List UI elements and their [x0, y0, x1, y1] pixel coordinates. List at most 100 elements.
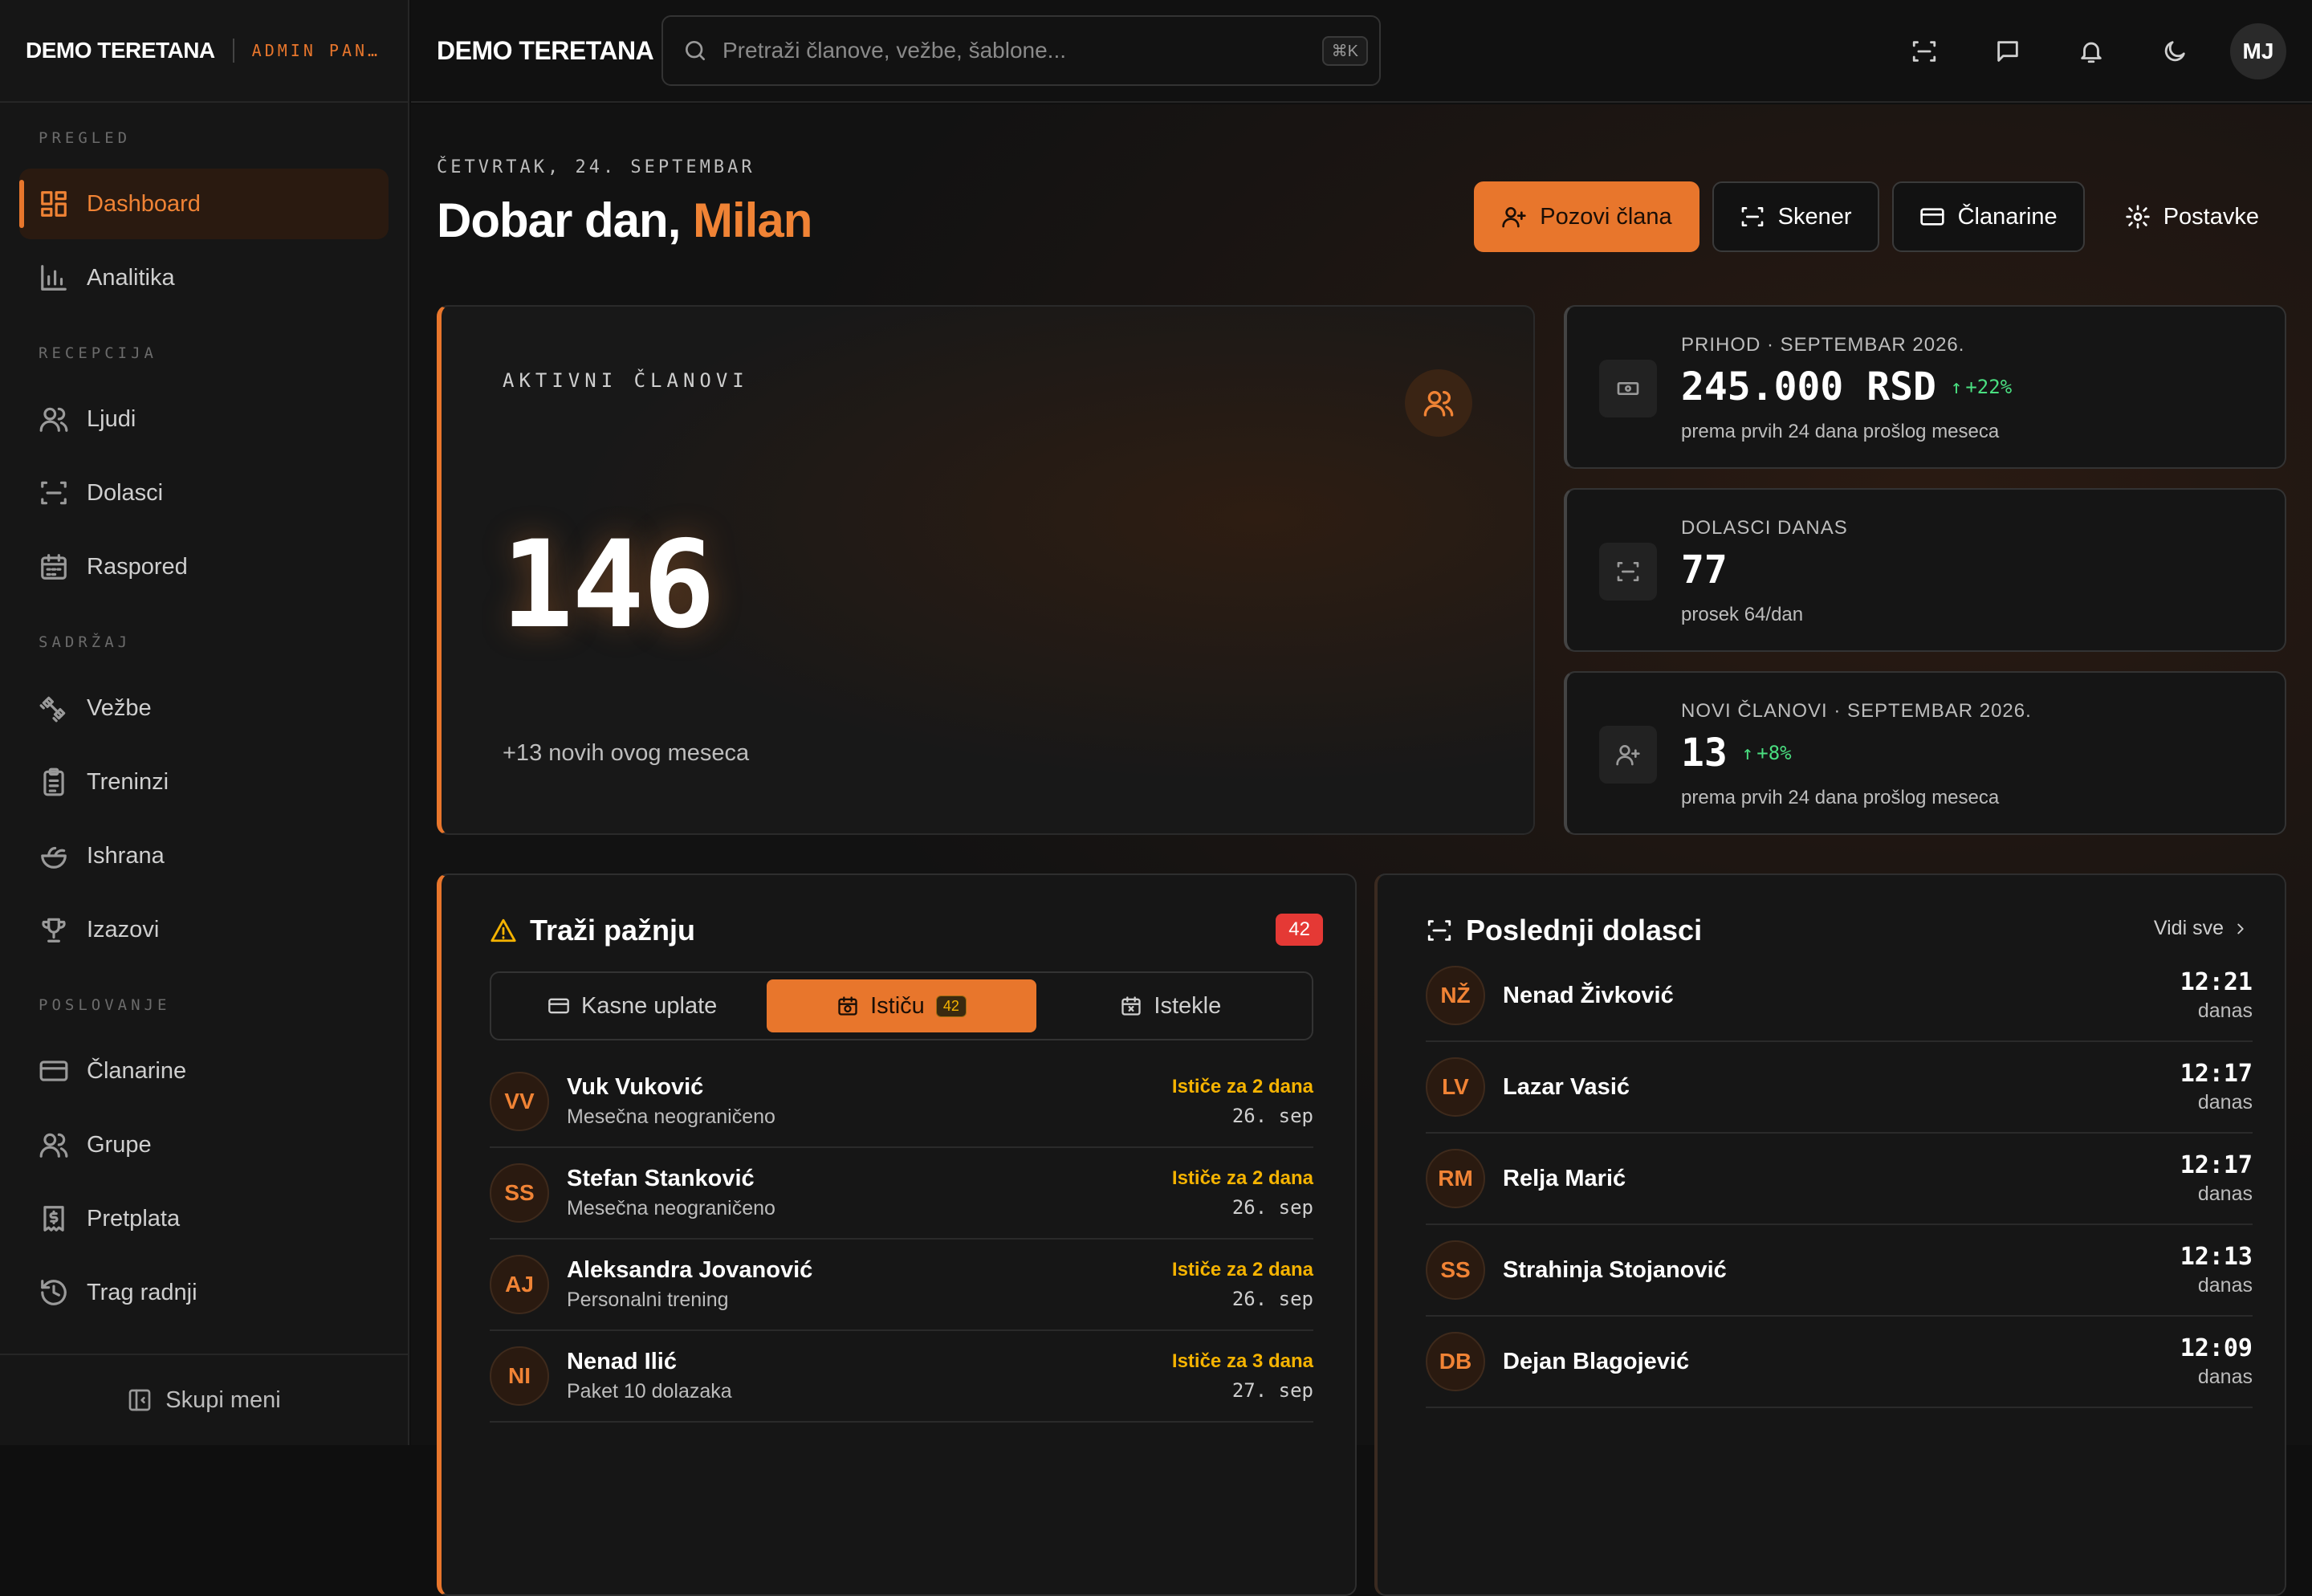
stat-value: 77: [1681, 548, 1728, 592]
sidebar-item-audit-log[interactable]: Trag radnji: [19, 1257, 389, 1328]
sidebar-item-exercises[interactable]: Vežbe: [19, 673, 389, 743]
current-date: ČETVRTAK, 24. SEPTEMBAR: [437, 157, 755, 177]
memberships-label: Članarine: [1958, 204, 2058, 230]
tab-expiring[interactable]: Ističu 42: [767, 979, 1036, 1032]
stat-sub: prema prvih 24 dana prošlog meseca: [1681, 787, 1999, 809]
arrival-time: 12:17: [2180, 1151, 2253, 1179]
clipboard-icon: [39, 767, 69, 797]
list-item[interactable]: NI Nenad IlićPaket 10 dolazaka Ističe za…: [490, 1331, 1313, 1423]
card-icon: [547, 995, 570, 1017]
settings-button[interactable]: Postavke: [2098, 181, 2286, 252]
avatar: NI: [490, 1346, 549, 1406]
sidebar-item-label: Izazovi: [87, 917, 159, 943]
arrival-day: danas: [2180, 1366, 2253, 1389]
tab-count-badge: 42: [936, 995, 967, 1017]
expiry-status: Ističe za 2 dana: [1172, 1076, 1313, 1098]
nav-section-title: POSLOVANJE: [0, 991, 408, 1020]
sidebar-item-nutrition[interactable]: Ishrana: [19, 820, 389, 891]
expiry-status: Ističe za 2 dana: [1172, 1259, 1313, 1281]
nav-section-title: SADRŽAJ: [0, 628, 408, 657]
sidebar-item-memberships[interactable]: Članarine: [19, 1036, 389, 1106]
sidebar-item-schedule[interactable]: Raspored: [19, 531, 389, 602]
nav-section-title: PREGLED: [0, 124, 408, 153]
expiry-date: 27. sep: [1172, 1379, 1313, 1402]
sidebar-item-challenges[interactable]: Izazovi: [19, 894, 389, 965]
list-item[interactable]: AJ Aleksandra JovanovićPersonalni trenin…: [490, 1240, 1313, 1331]
list-item[interactable]: VV Vuk VukovićMesečna neograničeno Istič…: [490, 1057, 1313, 1148]
messages-button[interactable]: [1980, 16, 2036, 87]
sidebar-item-dashboard[interactable]: Dashboard: [19, 169, 389, 239]
collapse-menu-label: Skupi meni: [165, 1387, 280, 1414]
sidebar-item-analytics[interactable]: Analitika: [19, 242, 389, 313]
sidebar-item-label: Pretplata: [87, 1206, 180, 1232]
avatar: LV: [1426, 1057, 1485, 1117]
sidebar-item-label: Dolasci: [87, 480, 163, 507]
list-item[interactable]: SS Stefan StankovićMesečna neograničeno …: [490, 1148, 1313, 1240]
scanner-label: Skener: [1778, 204, 1852, 230]
sidebar-item-subscription[interactable]: Pretplata: [19, 1183, 389, 1254]
see-all-link[interactable]: Vidi sve: [2154, 917, 2249, 940]
notifications-button[interactable]: [2063, 16, 2119, 87]
sidebar-item-label: Treninzi: [87, 769, 169, 796]
tab-expired[interactable]: Istekle: [1036, 979, 1305, 1032]
list-item[interactable]: LV Lazar Vasić 12:17danas: [1426, 1042, 2253, 1134]
sidebar-item-label: Analitika: [87, 265, 175, 291]
list-item[interactable]: RM Relja Marić 12:17danas: [1426, 1134, 2253, 1225]
stat-sub: prema prvih 24 dana prošlog meseca: [1681, 421, 1999, 443]
expiry-date: 26. sep: [1172, 1288, 1313, 1310]
list-item[interactable]: DB Dejan Blagojević 12:09danas: [1426, 1317, 2253, 1408]
theme-toggle-button[interactable]: [2147, 16, 2203, 87]
member-name: Stefan Stanković: [567, 1166, 1154, 1192]
member-name: Relja Marić: [1503, 1166, 2163, 1192]
search-input[interactable]: Pretraži članove, vežbe, šablone... ⌘K: [661, 15, 1381, 86]
stat-value-row: 13↑+8%: [1681, 731, 1792, 776]
stat-value-row: 77: [1681, 548, 1728, 592]
scan-button[interactable]: [1896, 16, 1952, 87]
stat-label: NOVI ČLANOVI · SEPTEMBAR 2026.: [1681, 700, 2032, 723]
expiry-date: 26. sep: [1172, 1105, 1313, 1127]
moon-icon: [2161, 38, 2188, 65]
avatar: NŽ: [1426, 966, 1485, 1025]
sidebar-item-label: Ljudi: [87, 406, 136, 433]
stat-delta: ↑+22%: [1951, 376, 2012, 398]
recent-arrivals-title: Poslednji dolasci: [1426, 914, 1702, 947]
brand-name: DEMO TERETANA: [26, 38, 215, 63]
sidebar-item-groups[interactable]: Grupe: [19, 1109, 389, 1180]
stat-card-arrivals: DOLASCI DANAS 77 prosek 64/dan: [1564, 488, 2286, 652]
stat-value: 245.000 RSD: [1681, 364, 1936, 409]
invite-member-button[interactable]: Pozovi člana: [1474, 181, 1699, 252]
brand-subtitle: ADMIN PAN…: [252, 41, 381, 60]
calendar-icon: [39, 552, 69, 582]
warning-icon: [490, 917, 517, 944]
arrival-time: 12:09: [2180, 1334, 2253, 1362]
stat-value: 13: [1681, 731, 1728, 776]
header-actions: Pozovi člana Skener Članarine Postavke: [1474, 181, 2286, 252]
attention-title-text: Traži pažnju: [530, 914, 695, 947]
attention-title: Traži pažnju: [490, 914, 695, 947]
collapse-menu-button[interactable]: Skupi meni: [0, 1354, 408, 1445]
bar-chart-icon: [39, 263, 69, 293]
stat-value-row: 245.000 RSD ↑+22%: [1681, 364, 2012, 409]
sidebar-nav: PREGLED Dashboard Analitika RECEPCIJA Lj…: [0, 103, 408, 1328]
tab-late-payments[interactable]: Kasne uplate: [498, 979, 767, 1032]
sidebar: DEMO TERETANA ADMIN PAN… PREGLED Dashboa…: [0, 0, 409, 1445]
list-item[interactable]: NŽ Nenad Živković 12:21danas: [1426, 951, 2253, 1042]
user-avatar[interactable]: MJ: [2230, 23, 2286, 79]
tab-label: Kasne uplate: [581, 993, 717, 1020]
expiry-status: Ističe za 2 dana: [1172, 1167, 1313, 1190]
dumbbell-icon: [39, 693, 69, 723]
arrival-day: danas: [2180, 1091, 2253, 1114]
card-icon: [39, 1056, 69, 1086]
recent-arrivals-panel: Poslednji dolasci Vidi sve NŽ Nenad Živk…: [1374, 873, 2286, 1596]
sidebar-item-trainings[interactable]: Treninzi: [19, 747, 389, 817]
attention-count-badge: 42: [1276, 914, 1323, 946]
list-item[interactable]: SS Strahinja Stojanović 12:13danas: [1426, 1225, 2253, 1317]
sidebar-item-people[interactable]: Ljudi: [19, 384, 389, 454]
sidebar-item-arrivals[interactable]: Dolasci: [19, 458, 389, 528]
sidebar-item-label: Ishrana: [87, 843, 165, 869]
scanner-button[interactable]: Skener: [1712, 181, 1879, 252]
member-plan: Personalni trening: [567, 1289, 1154, 1312]
user-plus-icon: [1501, 204, 1527, 230]
memberships-button[interactable]: Članarine: [1892, 181, 2085, 252]
tab-label: Istekle: [1154, 993, 1221, 1020]
